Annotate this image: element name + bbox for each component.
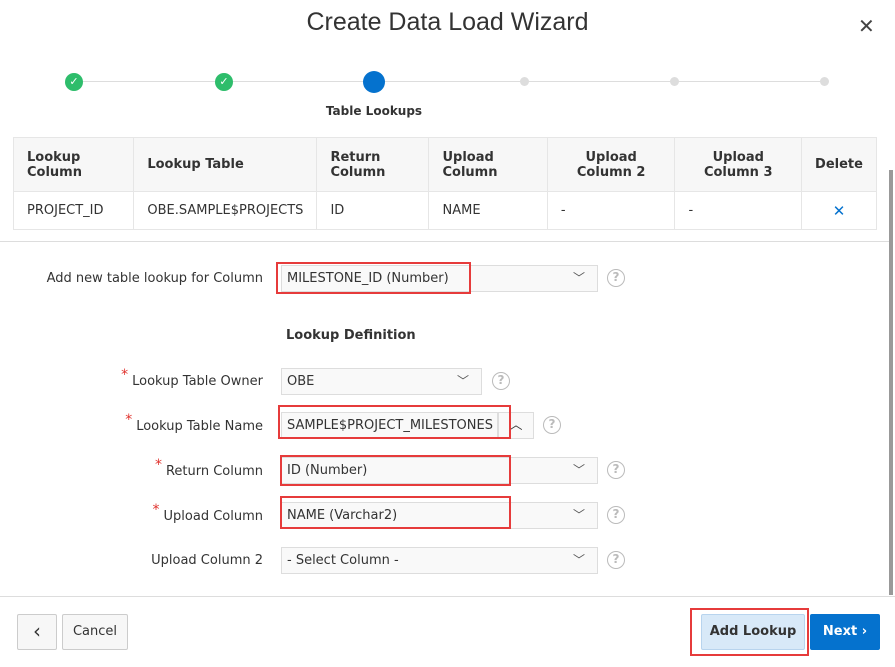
select-value: MILESTONE_ID (Number) <box>287 271 449 286</box>
label-text: Lookup Table Owner <box>132 374 263 389</box>
help-icon[interactable]: ? <box>607 269 625 287</box>
header-return-column: Return Column <box>316 137 430 192</box>
select-value: ID (Number) <box>287 463 368 478</box>
divider <box>0 241 890 242</box>
lookup-table-name-popup-button[interactable]: ︿ <box>498 412 534 439</box>
header-upload-column-2: Upload Column 2 <box>546 137 676 192</box>
required-mark: * <box>121 367 129 383</box>
chevron-down-icon: ﹀ <box>572 463 585 477</box>
upload-column-label: * Upload Column <box>0 502 263 524</box>
help-icon[interactable]: ? <box>543 416 561 434</box>
step-pending-dot <box>520 77 529 86</box>
cell-upload-column-3: - <box>674 191 803 230</box>
label-text: Return Column <box>165 464 263 479</box>
select-value: OBE <box>287 374 315 389</box>
delete-icon[interactable]: ✕ <box>801 191 877 230</box>
return-column-label: * Return Column <box>0 457 263 479</box>
return-column-select[interactable]: ID (Number) ﹀ <box>281 457 598 484</box>
cell-return-column: ID <box>316 191 430 230</box>
lookups-table: Lookup Column Lookup Table Return Column… <box>12 137 877 230</box>
chevron-down-icon: ﹀ <box>572 553 585 567</box>
chevron-down-icon: ﹀ <box>456 374 469 388</box>
upload-column-select[interactable]: NAME (Varchar2) ﹀ <box>281 502 598 529</box>
required-mark: * <box>154 457 162 473</box>
input-value: SAMPLE$PROJECT_MILESTONES (ta <box>287 418 498 433</box>
step-pending-dot <box>820 77 829 86</box>
help-icon[interactable]: ? <box>607 551 625 569</box>
add-lookup-column-label: Add new table lookup for Column <box>46 271 263 286</box>
label-text: Upload Column <box>163 509 263 524</box>
header-upload-column: Upload Column <box>428 137 548 192</box>
upload-column-2-select[interactable]: - Select Column - ﹀ <box>281 547 598 574</box>
help-icon[interactable]: ? <box>607 461 625 479</box>
cell-lookup-table: OBE.SAMPLE$PROJECTS <box>133 191 318 230</box>
label-text: Lookup Table Name <box>136 419 263 434</box>
required-mark: * <box>125 412 133 428</box>
add-lookup-button[interactable]: Add Lookup <box>701 614 805 650</box>
chevron-up-icon: ︿ <box>509 418 523 433</box>
help-icon[interactable]: ? <box>607 506 625 524</box>
table-header-row: Lookup Column Lookup Table Return Column… <box>12 137 877 192</box>
upload-column-2-label: Upload Column 2 <box>151 553 263 568</box>
next-button[interactable]: Next › <box>810 614 880 650</box>
lookup-table-name-label: * Lookup Table Name <box>0 412 263 434</box>
next-label: Next <box>822 624 858 639</box>
lookup-table-name-input[interactable]: SAMPLE$PROJECT_MILESTONES (ta <box>281 412 498 439</box>
section-heading: Lookup Definition <box>286 328 416 343</box>
back-button[interactable]: ‹ <box>17 614 57 650</box>
header-lookup-table: Lookup Table <box>133 137 318 192</box>
add-lookup-column-select[interactable]: MILESTONE_ID (Number) ﹀ <box>281 265 598 292</box>
scrollbar[interactable] <box>889 170 893 595</box>
current-step-label: Table Lookups <box>325 104 423 118</box>
header-upload-column-3: Upload Column 3 <box>674 137 803 192</box>
cell-upload-column-2: - <box>546 191 676 230</box>
chevron-down-icon: ﹀ <box>572 508 585 522</box>
select-value: NAME (Varchar2) <box>287 508 398 523</box>
chevron-right-icon: › <box>861 624 868 639</box>
close-icon[interactable]: ✕ <box>858 14 875 38</box>
lookup-table-owner-label: * Lookup Table Owner <box>0 367 263 389</box>
wizard-progress-line <box>74 81 824 82</box>
cell-upload-column: NAME <box>428 191 548 230</box>
step-pending-dot <box>670 77 679 86</box>
header-delete: Delete <box>801 137 877 192</box>
table-row: PROJECT_ID OBE.SAMPLE$PROJECTS ID NAME -… <box>12 191 877 230</box>
cell-lookup-column: PROJECT_ID <box>12 191 135 230</box>
chevron-down-icon: ﹀ <box>572 271 585 285</box>
select-value: - Select Column - <box>287 553 399 568</box>
required-mark: * <box>152 502 160 518</box>
step-complete-check-icon: ✓ <box>65 73 83 91</box>
cancel-button[interactable]: Cancel <box>62 614 128 650</box>
dialog-title: Create Data Load Wizard <box>306 8 589 36</box>
lookup-table-owner-select[interactable]: OBE ﹀ <box>281 368 482 395</box>
step-complete-check-icon: ✓ <box>215 73 233 91</box>
footer-divider <box>0 596 895 597</box>
help-icon[interactable]: ? <box>492 372 510 390</box>
step-current-indicator <box>363 71 385 93</box>
header-lookup-column: Lookup Column <box>12 137 135 192</box>
